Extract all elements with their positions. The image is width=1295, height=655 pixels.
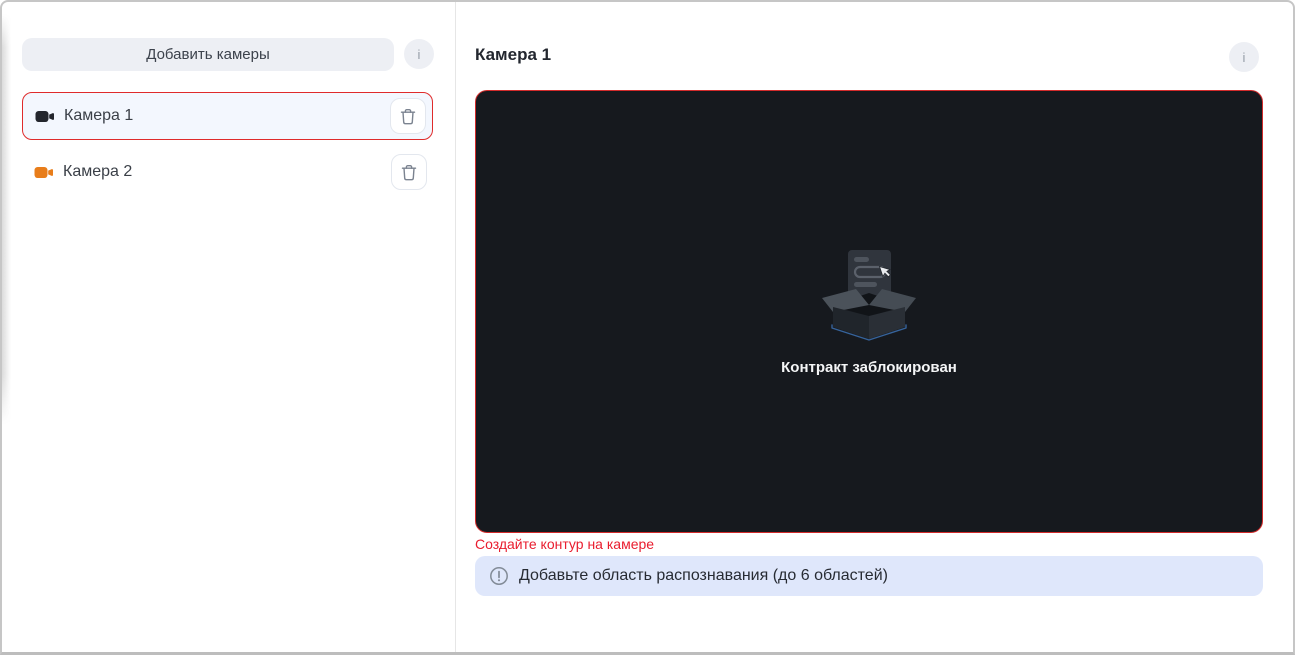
camera-name-label: Камера 2 xyxy=(63,163,133,180)
exclamation-circle-icon xyxy=(489,566,509,586)
sidebar-info-button[interactable]: i xyxy=(404,39,434,69)
camera-name-label: Камера 1 xyxy=(64,107,134,124)
trash-icon xyxy=(401,164,417,181)
delete-camera-button[interactable] xyxy=(390,98,426,134)
main-info-button[interactable]: i xyxy=(1229,42,1259,72)
trash-icon xyxy=(400,108,416,125)
video-camera-icon xyxy=(35,110,54,123)
add-cameras-button[interactable]: Добавить камеры xyxy=(22,38,394,71)
video-placeholder-text: Контракт заблокирован xyxy=(781,358,957,376)
sidebar-divider xyxy=(455,2,456,652)
delete-camera-button[interactable] xyxy=(391,154,427,190)
recognition-area-alert: Добавьте область распознавания (до 6 обл… xyxy=(475,556,1263,596)
page-title: Камера 1 xyxy=(475,45,552,64)
video-camera-icon xyxy=(34,166,53,179)
alert-message: Добавьте область распознавания (до 6 обл… xyxy=(519,567,888,584)
camera-list-item-1[interactable]: Камера 1 xyxy=(22,92,433,140)
sidebar-scroll-shadow xyxy=(2,14,11,424)
empty-box-icon xyxy=(819,248,919,343)
camera-video-preview[interactable]: Контракт заблокирован xyxy=(475,90,1263,533)
contour-error-text: Создайте контур на камере xyxy=(475,536,655,552)
camera-settings-window: Добавить камеры i Камера 1 Камера 2 Каме… xyxy=(0,0,1295,655)
camera-list-item-2[interactable]: Камера 2 xyxy=(22,148,433,196)
